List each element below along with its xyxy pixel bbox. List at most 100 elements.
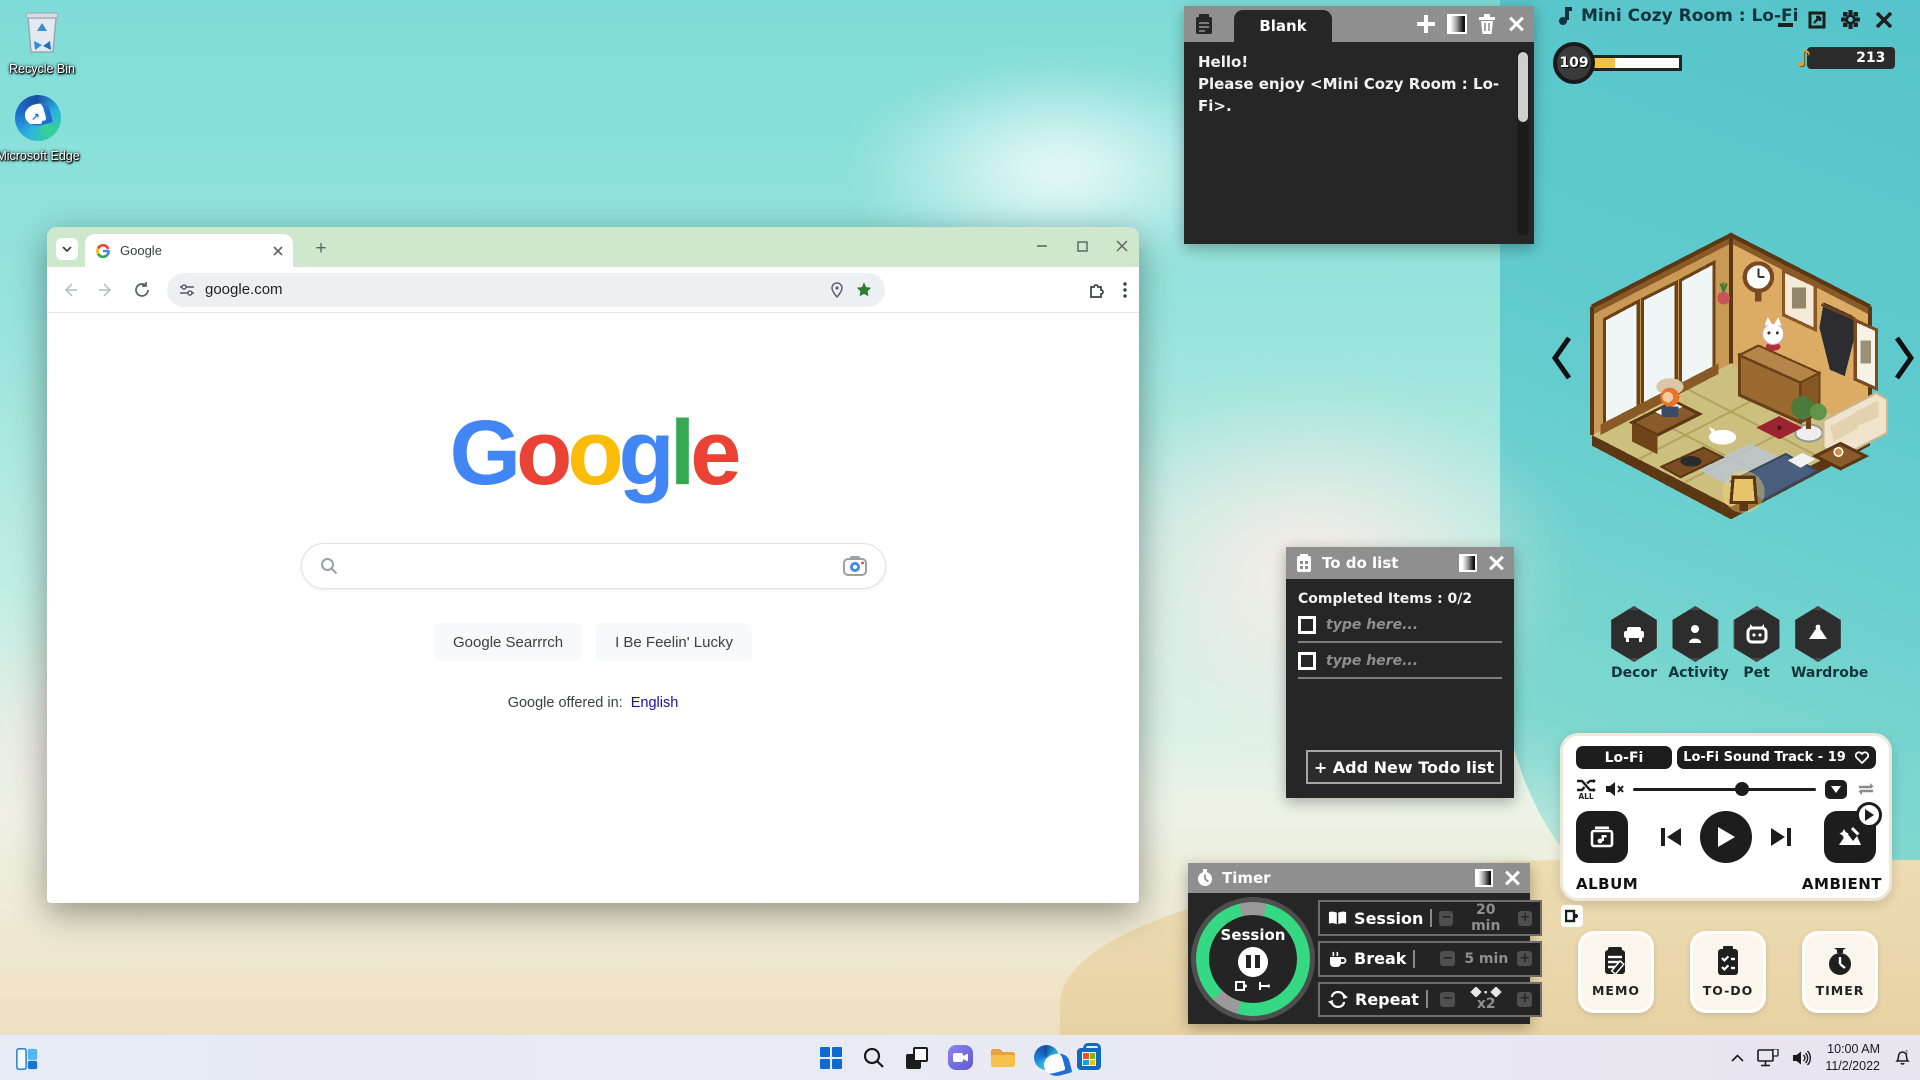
taskbar-clock[interactable]: 10:00 AM 11/2/2022 (1825, 1041, 1880, 1074)
extensions-icon[interactable] (1088, 280, 1107, 299)
playlist-dropdown-button[interactable] (1825, 780, 1847, 799)
file-explorer-button[interactable] (990, 1045, 1016, 1071)
break-plus-button[interactable]: + (1517, 951, 1532, 966)
google-search-box[interactable] (301, 543, 886, 589)
previous-track-button[interactable] (1659, 826, 1683, 848)
start-button[interactable] (818, 1045, 844, 1071)
cozy-minimize-button[interactable] (1778, 23, 1793, 27)
task-view-button[interactable] (904, 1045, 930, 1071)
window-close-button[interactable] (1105, 227, 1139, 265)
memo-close-icon[interactable] (1507, 15, 1525, 33)
todo-dock-button[interactable]: TO-DO (1690, 931, 1766, 1013)
memo-content[interactable]: Hello! Please enjoy <Mini Cozy Room : Lo… (1184, 42, 1534, 127)
feeling-lucky-button[interactable]: I Be Feelin' Lucky (596, 623, 752, 661)
tray-chevron-up-icon[interactable] (1731, 1054, 1744, 1062)
timer-restart-icon[interactable] (1235, 980, 1248, 992)
todo-checkbox[interactable] (1298, 616, 1316, 634)
session-minus-button[interactable]: − (1439, 911, 1453, 926)
mute-button[interactable] (1605, 781, 1624, 797)
menu-three-dots-icon[interactable] (1123, 282, 1127, 298)
timer-titlebar[interactable]: Timer (1188, 863, 1530, 893)
back-button[interactable] (59, 279, 81, 301)
repeat-minus-button[interactable]: − (1440, 992, 1455, 1007)
taskbar-widgets-button[interactable] (12, 1043, 42, 1073)
google-search-button[interactable]: Google Searrrch (434, 623, 582, 661)
cozy-screenshot-button[interactable] (1808, 11, 1826, 29)
site-settings-tune-icon[interactable] (179, 282, 195, 298)
timer-window-title: Timer (1222, 869, 1271, 887)
timer-pause-button[interactable] (1238, 947, 1268, 977)
todo-color-icon[interactable] (1459, 554, 1477, 572)
tab-close-icon[interactable] (273, 246, 283, 256)
memo-titlebar[interactable]: Blank (1184, 6, 1534, 42)
taskbar-search-button[interactable] (861, 1045, 887, 1071)
url-text[interactable]: google.com (205, 281, 819, 298)
network-icon[interactable] (1757, 1049, 1779, 1067)
browser-tab-google[interactable]: Google (85, 234, 293, 267)
timer-skip-icon[interactable] (1258, 980, 1271, 992)
add-memo-icon[interactable] (1416, 14, 1436, 34)
todo-item-input[interactable] (1326, 617, 1466, 633)
reload-button[interactable] (131, 279, 153, 301)
microsoft-store-button[interactable] (1076, 1045, 1102, 1071)
popout-add-button[interactable] (1561, 905, 1583, 927)
favorite-heart-icon[interactable] (1855, 751, 1869, 764)
memo-dock-button[interactable]: MEMO (1578, 931, 1654, 1013)
todo-item-input[interactable] (1326, 653, 1466, 669)
trash-icon[interactable] (1478, 14, 1496, 34)
tab-search-button[interactable] (56, 238, 78, 260)
memo-window-icon (1193, 12, 1215, 36)
language-link-english[interactable]: English (631, 695, 679, 711)
forward-button[interactable] (95, 279, 117, 301)
window-minimize-button[interactable] (1025, 227, 1059, 265)
timer-window: Timer Session (1188, 863, 1530, 1024)
todo-icon (1710, 943, 1746, 979)
timer-dock-button[interactable]: TIMER (1802, 931, 1878, 1013)
next-track-button[interactable] (1769, 826, 1793, 848)
new-tab-button[interactable]: + (309, 237, 333, 261)
bookmark-star-icon[interactable] (855, 281, 873, 299)
pet-button[interactable]: Pet (1730, 606, 1784, 681)
album-button[interactable] (1576, 811, 1628, 863)
volume-slider-knob[interactable] (1735, 782, 1749, 796)
repeat-plus-button[interactable]: + (1517, 992, 1532, 1007)
timer-close-icon[interactable] (1503, 869, 1521, 887)
session-plus-button[interactable]: + (1518, 911, 1532, 926)
address-bar[interactable]: google.com (167, 273, 885, 307)
window-maximize-button[interactable] (1065, 227, 1099, 265)
todo-titlebar[interactable]: To do list (1286, 547, 1514, 579)
break-minus-button[interactable]: − (1440, 951, 1455, 966)
teams-chat-button[interactable] (947, 1045, 973, 1071)
genre-pill[interactable]: Lo-Fi (1576, 746, 1672, 769)
memo-tab-blank[interactable]: Blank (1234, 10, 1332, 42)
shuffle-button[interactable]: ALL (1576, 778, 1596, 801)
volume-slider[interactable] (1633, 788, 1816, 791)
ambient-icon (1836, 823, 1864, 851)
memo-scrollbar-thumb[interactable] (1518, 52, 1528, 122)
memo-color-icon[interactable] (1447, 14, 1467, 34)
cozy-room-scene[interactable] (1566, 216, 1896, 532)
google-search-input[interactable] (350, 557, 831, 575)
cozy-settings-gear-icon[interactable] (1841, 10, 1860, 29)
timer-color-icon[interactable] (1475, 869, 1493, 887)
add-new-todo-button[interactable]: + Add New Todo list (1306, 750, 1502, 784)
break-duration-value: 5 min (1462, 951, 1510, 967)
room-next-arrow[interactable] (1893, 330, 1917, 386)
cozy-close-button[interactable] (1875, 11, 1893, 29)
notification-bell-icon[interactable]: z (1893, 1048, 1912, 1067)
todo-close-icon[interactable] (1487, 554, 1505, 572)
location-icon[interactable] (829, 282, 845, 298)
decor-button[interactable]: Decor (1607, 606, 1661, 681)
room-prev-arrow[interactable] (1549, 330, 1573, 386)
repeat-button[interactable] (1856, 781, 1876, 797)
activity-button[interactable]: Activity (1668, 606, 1722, 681)
memo-scrollbar[interactable] (1517, 50, 1529, 236)
todo-checkbox[interactable] (1298, 652, 1316, 670)
volume-icon[interactable] (1792, 1050, 1812, 1066)
player-expand-button[interactable] (1856, 802, 1882, 828)
track-pill[interactable]: Lo-Fi Sound Track - 19 (1677, 746, 1876, 769)
edge-taskbar-button[interactable] (1033, 1045, 1059, 1071)
play-button[interactable] (1700, 811, 1752, 863)
wardrobe-button[interactable]: Wardrobe (1791, 606, 1845, 681)
google-lens-camera-icon[interactable] (843, 555, 867, 577)
